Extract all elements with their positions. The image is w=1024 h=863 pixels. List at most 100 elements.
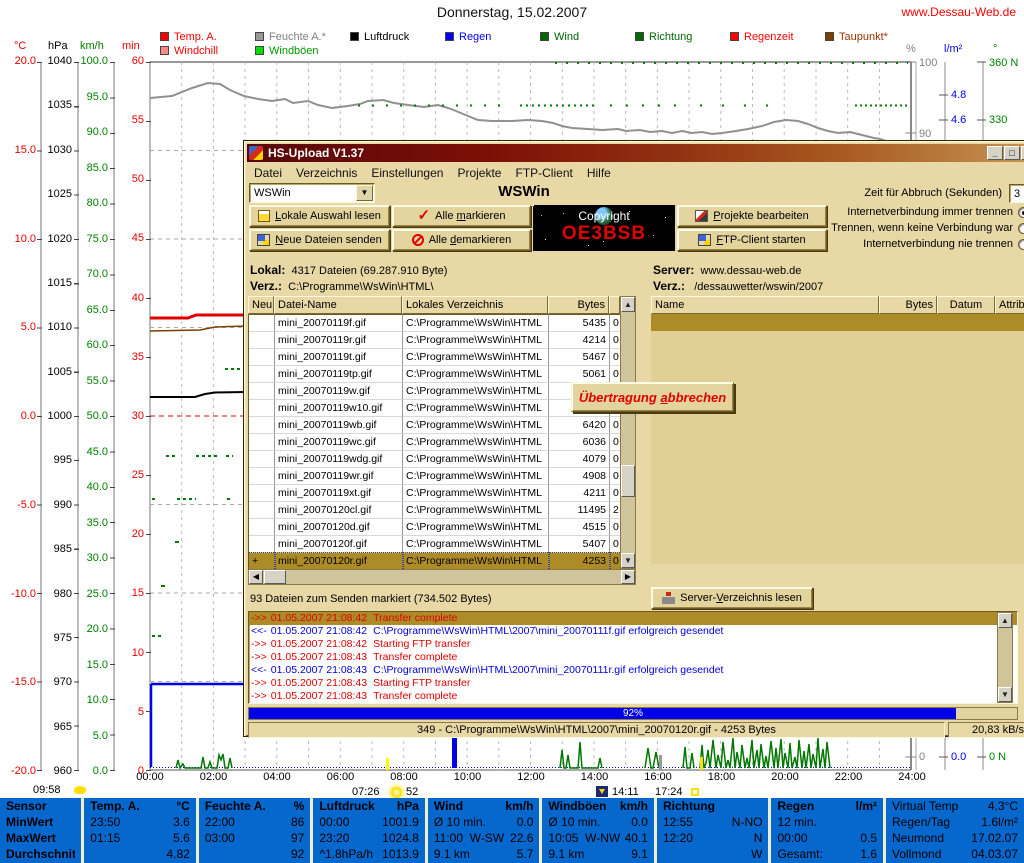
scroll-left-icon[interactable]: ◀ <box>249 570 263 584</box>
table-row[interactable]: mini_20070120f.gif C:\Programme\WsWin\HT… <box>249 536 635 553</box>
scroll-up-icon[interactable]: ▲ <box>621 297 635 312</box>
tick-label: 50.0 <box>86 410 108 422</box>
cancel-transfer-button[interactable]: Übertragung abbrechen <box>571 382 734 412</box>
table-row[interactable]: mini_20070119wr.gif C:\Programme\WsWin\H… <box>249 468 635 485</box>
timeout-input[interactable] <box>1009 184 1024 203</box>
edit-projects-button[interactable]: Projekte bearbeiten <box>677 205 827 227</box>
max-value: 0.5 <box>860 831 877 845</box>
cell-new <box>249 451 275 468</box>
time-tick: 14:00 <box>580 771 609 783</box>
column-header[interactable]: Name <box>651 296 879 314</box>
server-table-body[interactable] <box>651 314 1024 564</box>
radio-button[interactable] <box>1018 238 1024 250</box>
tick-label: 15.0 <box>86 658 108 671</box>
column-header[interactable]: Lokales Verzeichnis <box>402 296 548 314</box>
legend-label: Temp. A. <box>174 30 217 43</box>
legend-swatch-icon <box>255 32 264 41</box>
minimize-button[interactable]: _ <box>987 146 1003 160</box>
avg-value: 92 <box>290 847 305 861</box>
server-table-header: Name Bytes Datum Attribute <box>651 296 1024 314</box>
table-row[interactable]: mini_20070119xt.gif C:\Programme\WsWin\H… <box>249 485 635 502</box>
avg-label: 9.1 km <box>548 847 585 861</box>
table-row[interactable]: mini_20070119f.gif C:\Programme\WsWin\HT… <box>249 315 635 332</box>
table-row[interactable]: mini_20070119wb.gif C:\Programme\WsWin\H… <box>249 417 635 434</box>
radio-option[interactable]: Internetverbindung immer trennen <box>829 204 1024 220</box>
radio-option[interactable]: Trennen, wenn keine Verbindung war <box>829 220 1024 236</box>
unit-lm2: l/m² <box>944 43 963 55</box>
menu-item[interactable]: Einstellungen <box>371 166 443 180</box>
table-row[interactable]: mini_20070119wc.gif C:\Programme\WsWin\H… <box>249 434 635 451</box>
table-row[interactable]: mini_20070119t.gif C:\Programme\WsWin\HT… <box>249 349 635 366</box>
tick-label: 5 <box>137 705 144 718</box>
log-entry[interactable]: ->> 01.05.2007 21:08:43 Transfer complete <box>249 651 1017 664</box>
dialog-titlebar[interactable]: HS-Upload V1.37 _ □ × <box>247 144 1024 162</box>
tick-label: 45.0 <box>86 445 108 458</box>
table-row[interactable]: mini_20070119r.gif C:\Programme\WsWin\HT… <box>249 332 635 349</box>
scroll-thumb[interactable] <box>621 465 635 497</box>
log-entry[interactable]: <<- 01.05.2007 21:08:43 C:\Programme\WsWin… <box>249 664 1017 677</box>
radio-button[interactable] <box>1018 206 1024 218</box>
direction-tick: 360 N <box>989 57 1019 69</box>
column-header[interactable]: Datum <box>937 296 995 314</box>
unmark-all-button[interactable]: Alle demarkieren <box>392 229 531 251</box>
read-server-button[interactable]: Server-Verzeichnis lesen <box>651 587 813 609</box>
start-ftp-button[interactable]: FTP-Client starten <box>677 229 827 251</box>
tick-label: 965 <box>53 720 72 733</box>
file-table-hscrollbar[interactable]: ◀ ▶ <box>248 569 636 585</box>
menu-item[interactable]: Hilfe <box>587 166 611 180</box>
min-time: 23:50 <box>90 815 121 829</box>
legend-swatch-icon <box>350 32 359 41</box>
table-row[interactable]: mini_20070120d.gif C:\Programme\WsWin\HT… <box>249 519 635 536</box>
avg-label: 9.1 km <box>433 847 470 861</box>
log-scrollbar[interactable]: ▲ ▼ <box>997 612 1013 703</box>
log-entry[interactable]: ->> 01.05.2007 21:08:43 Starting FTP trans… <box>249 677 1017 690</box>
maximize-button[interactable]: □ <box>1004 146 1020 160</box>
project-select[interactable]: WSWin ▼ <box>249 183 375 203</box>
cell-filename: mini_20070120r.gif <box>274 552 404 571</box>
log-entry[interactable]: <<- 01.05.2007 21:08:42 C:\Programme\WsWin… <box>249 625 1017 638</box>
table-row[interactable]: + mini_20070120r.gif C:\Programme\WsWin\… <box>248 552 635 571</box>
log-entry[interactable]: ->> 01.05.2007 21:08:42 Transfer complete <box>249 612 1017 625</box>
tick-label: 0.0 <box>92 765 108 777</box>
tick-label: 30.0 <box>86 552 108 564</box>
log-entry[interactable]: ->> 01.05.2007 21:08:43 Transfer complete <box>249 690 1017 703</box>
cell-new <box>249 468 275 485</box>
menu-item[interactable]: Projekte <box>457 166 501 180</box>
column-header[interactable]: Attribute <box>995 296 1024 314</box>
column-header[interactable]: Neu <box>248 296 274 314</box>
table-row[interactable]: mini_20070119tp.gif C:\Programme\WsWin\H… <box>249 366 635 383</box>
moonset-time: 14:11 <box>612 786 639 798</box>
scroll-down-icon[interactable]: ▼ <box>621 553 635 568</box>
read-local-button[interactable]: Lokale Auswahl lesen <box>249 205 390 227</box>
menu-item[interactable]: FTP-Client <box>515 166 572 180</box>
scroll-right-icon[interactable]: ▶ <box>621 570 635 584</box>
menu-item[interactable]: Datei <box>254 166 282 180</box>
menu-item[interactable]: Verzeichnis <box>296 166 357 180</box>
radio-button[interactable] <box>1018 222 1024 234</box>
table-row[interactable]: mini_20070119wdg.gif C:\Programme\WsWin\… <box>249 451 635 468</box>
column-header[interactable]: Bytes <box>548 296 609 314</box>
mark-all-button[interactable]: ✓ Alle markieren <box>392 205 531 227</box>
file-table-scrollbar[interactable]: ▲ ▼ <box>620 296 636 569</box>
cell-new <box>249 519 275 536</box>
scroll-thumb[interactable] <box>264 570 286 584</box>
selected-empty-row[interactable] <box>651 314 1024 331</box>
scroll-up-icon[interactable]: ▲ <box>998 613 1012 628</box>
column-header[interactable]: Bytes <box>879 296 937 314</box>
unit-percent: % <box>906 43 916 55</box>
website-link[interactable]: www.Dessau-Web.de <box>902 5 1017 19</box>
radio-option[interactable]: Internetverbindung nie trennen <box>829 236 1024 252</box>
send-new-button[interactable]: Neue Dateien senden <box>249 229 390 251</box>
cell-filename: mini_20070119f.gif <box>275 315 403 332</box>
column-header[interactable] <box>609 296 620 314</box>
max-value: N <box>753 831 763 845</box>
chevron-down-icon[interactable]: ▼ <box>356 185 373 201</box>
sensor-name: Temp. A. <box>90 799 140 813</box>
column-header[interactable]: Datei-Name <box>274 296 402 314</box>
sensor-unit: % <box>293 799 305 813</box>
table-row[interactable]: mini_20070120cl.gif C:\Programme\WsWin\H… <box>249 502 635 519</box>
cell-bytes: 4079 <box>549 451 610 468</box>
time-tick: 06:00 <box>326 771 355 783</box>
log-entry[interactable]: ->> 01.05.2007 21:08:42 Starting FTP trans… <box>249 638 1017 651</box>
scroll-down-icon[interactable]: ▼ <box>998 687 1012 702</box>
